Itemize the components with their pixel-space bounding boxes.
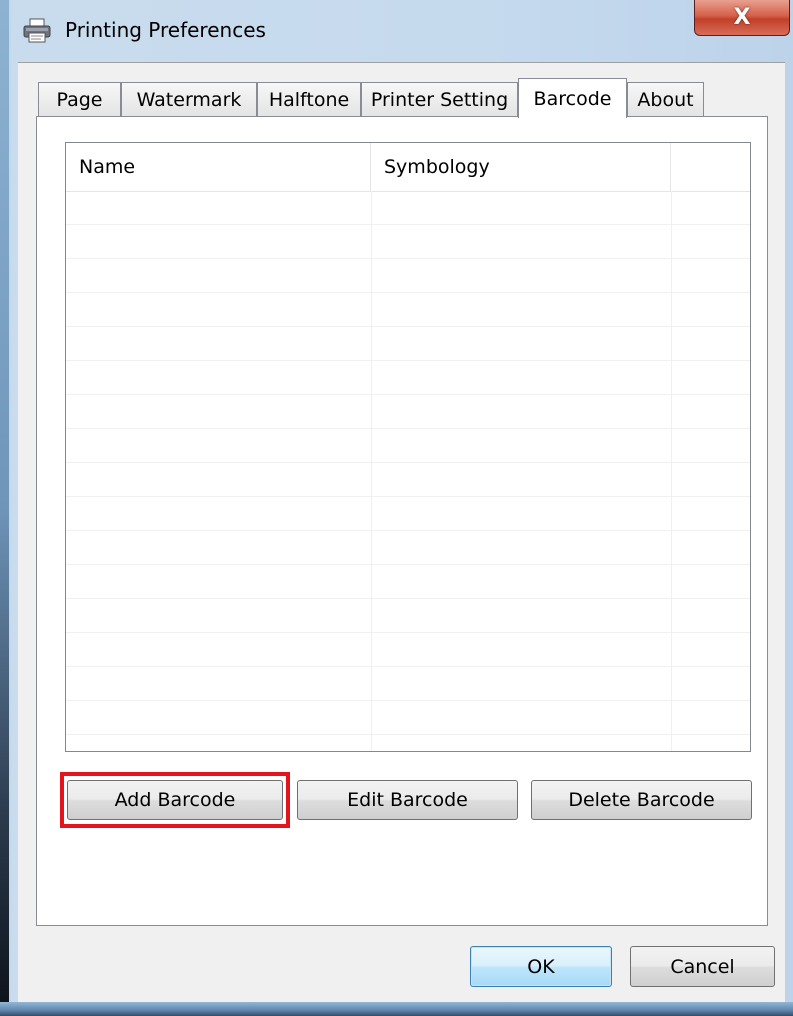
barcode-tab-panel: Name Symbology Add Barcode Edit Barcode … [36,116,768,926]
close-button[interactable]: X [694,0,790,36]
barcode-list[interactable]: Name Symbology [65,142,751,752]
button-label: OK [527,955,555,978]
list-row-empty [66,701,750,735]
column-header-name[interactable]: Name [66,143,371,191]
list-row-empty [66,497,750,531]
column-header-label: Name [79,156,136,178]
button-label: Cancel [670,955,735,978]
column-header-filler[interactable] [671,143,750,191]
list-row-empty [66,565,750,599]
list-row-empty [66,633,750,667]
cancel-button[interactable]: Cancel [630,946,775,987]
list-row-empty [66,429,750,463]
ok-button[interactable]: OK [470,946,612,987]
list-row-empty [66,225,750,259]
button-label: Edit Barcode [347,789,468,811]
list-row-empty [66,531,750,565]
list-row-empty [66,327,750,361]
delete-barcode-button[interactable]: Delete Barcode [531,780,752,820]
column-header-symbology[interactable]: Symbology [371,143,671,191]
list-row-empty [66,293,750,327]
list-row-empty [66,463,750,497]
printing-preferences-window: Printing Preferences X Page Watermark Ha… [0,0,793,1016]
add-barcode-button[interactable]: Add Barcode [67,780,283,820]
edit-barcode-button[interactable]: Edit Barcode [297,780,518,820]
printer-icon [22,18,52,44]
dialog-client-area: Page Watermark Halftone Printer Setting … [18,62,785,1002]
button-label: Delete Barcode [568,789,715,811]
tab-label: Halftone [268,88,350,111]
tab-label: Watermark [136,88,242,111]
window-bottom-border [0,1002,793,1016]
list-row-empty [66,395,750,429]
list-row-empty [66,599,750,633]
list-row-empty [66,667,750,701]
tab-label: About [637,88,694,111]
tab-about[interactable]: About [627,82,704,116]
list-row-empty [66,361,750,395]
tab-barcode[interactable]: Barcode [518,78,627,118]
list-row-empty [66,259,750,293]
title-bar[interactable]: Printing Preferences X [9,0,793,62]
list-row-empty [66,191,750,225]
tab-printer-setting[interactable]: Printer Setting [361,82,518,116]
column-header-label: Symbology [384,156,490,178]
list-rows [66,191,750,735]
list-header: Name Symbology [66,143,750,192]
tab-label: Printer Setting [370,88,509,111]
tab-halftone[interactable]: Halftone [257,82,361,116]
tab-watermark[interactable]: Watermark [121,82,257,116]
tab-page[interactable]: Page [38,82,121,116]
window-left-border [0,0,9,1016]
button-label: Add Barcode [114,789,236,811]
tab-label: Page [56,88,103,111]
tab-label: Barcode [533,87,612,110]
window-title: Printing Preferences [65,18,266,42]
close-icon: X [733,5,751,30]
